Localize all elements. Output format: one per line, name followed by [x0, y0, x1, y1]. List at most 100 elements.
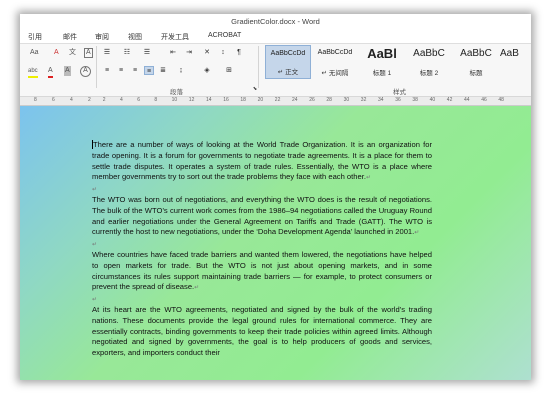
paragraph-mark-icon: ↵	[194, 285, 200, 292]
justify-icon[interactable]: ≡	[144, 66, 154, 75]
line-spacing-icon[interactable]: ↨	[176, 66, 186, 75]
ruler-tick: 40	[429, 97, 436, 103]
increase-indent-icon[interactable]: ⇥	[184, 48, 194, 57]
divider	[96, 46, 97, 88]
sort-icon[interactable]: ↕	[218, 48, 228, 57]
ruler-tick: 32	[360, 97, 367, 103]
styles-group-label: 样式	[393, 89, 406, 96]
ruler-tick: 42	[446, 97, 453, 103]
style-preview: AaBbC	[460, 48, 492, 59]
document-body[interactable]: There are a number of ways of looking at…	[92, 140, 432, 359]
empty-paragraph: ↵	[92, 239, 432, 250]
style-preview: AaBbCcDd	[270, 50, 306, 57]
ruler-tick: 48	[498, 97, 504, 103]
tab-mailings[interactable]: 邮件	[63, 32, 77, 42]
tab-review[interactable]: 审阅	[95, 32, 109, 42]
ruler-tick: 6	[137, 97, 140, 103]
ruler-tick: 10	[171, 97, 178, 103]
distributed-icon[interactable]: ≣	[158, 66, 168, 75]
ruler-tick: 12	[188, 97, 195, 103]
empty-paragraph: ↵	[92, 184, 432, 195]
window-title: GradientColor.docx - Word	[231, 17, 320, 26]
clear-format-icon[interactable]: A	[54, 48, 59, 58]
paragraph-mark-icon: ↵	[365, 175, 371, 182]
highlight-icon[interactable]: abc	[28, 66, 38, 78]
paragraph[interactable]: At its heart are the WTO agreements, neg…	[92, 305, 432, 359]
ruler-tick: 2	[88, 97, 91, 103]
char-border-icon[interactable]: A	[84, 48, 93, 58]
ruler-tick: 8	[154, 97, 158, 103]
style-preview: AaBbCcDd	[317, 49, 353, 56]
font-color-icon[interactable]: A	[48, 66, 53, 78]
shading-icon[interactable]: ◈	[202, 66, 212, 75]
style-preview: AaB	[500, 48, 519, 59]
title-bar: GradientColor.docx - Word	[20, 14, 531, 30]
horizontal-ruler[interactable]: 8 6 4 2 2 4 6 8 10 12 14 16 18 20 22 24 26 28 30 32 34 36 38 40…	[20, 97, 531, 106]
phonetic-guide-icon[interactable]: 文	[69, 48, 76, 58]
style-no-spacing[interactable]: AaBbCcDd ↵ 无间隔	[312, 45, 358, 79]
tab-acrobat[interactable]: ACROBAT	[208, 32, 241, 39]
paragraph-mark-icon: ↵	[92, 242, 98, 249]
paragraph-mark-icon: ↵	[414, 230, 420, 237]
ruler-tick: 46	[481, 97, 487, 103]
empty-paragraph: ↵	[92, 294, 432, 305]
tab-view[interactable]: 视图	[128, 32, 142, 42]
style-name: 标题 1	[372, 70, 392, 77]
show-marks-icon[interactable]: ¶	[234, 48, 244, 57]
bullets-icon[interactable]: ☰	[102, 48, 112, 57]
style-normal[interactable]: AaBbCcDd ↵ 正文	[265, 45, 311, 79]
paragraph[interactable]: Where countries have faced trade barrier…	[92, 250, 432, 294]
multilevel-list-icon[interactable]: ☰	[142, 48, 152, 57]
align-center-icon[interactable]: ≡	[116, 66, 126, 75]
align-left-icon[interactable]: ≡	[102, 66, 112, 75]
change-case-button[interactable]: Aa	[30, 48, 39, 58]
ruler-tick: 38	[412, 97, 418, 103]
ruler-tick: 22	[274, 97, 281, 103]
ruler-tick: 8	[34, 97, 37, 103]
ruler-tick: 24	[292, 97, 298, 103]
document-page[interactable]: There are a number of ways of looking at…	[20, 106, 531, 380]
style-title[interactable]: AaBbC 标题	[453, 45, 499, 79]
ruler-tick: 20	[257, 97, 264, 103]
word-window: GradientColor.docx - Word 引用 邮件 审阅 视图 开发…	[20, 14, 531, 380]
style-preview: AaBbC	[413, 48, 445, 59]
align-right-icon[interactable]: ≡	[130, 66, 140, 75]
ruler-tick: 16	[223, 97, 229, 103]
enclose-char-icon[interactable]: A	[80, 66, 91, 77]
style-heading-2[interactable]: AaBbC 标题 2	[406, 45, 452, 79]
ruler-tick: 28	[326, 97, 332, 103]
borders-icon[interactable]: ⊞	[224, 66, 234, 75]
numbering-icon[interactable]: ☷	[122, 48, 132, 57]
divider	[258, 46, 259, 88]
tab-developer[interactable]: 开发工具	[161, 32, 189, 42]
ruler-tick: 4	[120, 97, 123, 103]
paragraph[interactable]: The WTO was born out of negotiations, an…	[92, 195, 432, 239]
paragraph-mark-icon: ↵	[92, 187, 98, 194]
style-name: ↵ 无间隔	[321, 70, 349, 77]
style-name: 标题	[469, 70, 483, 77]
ruler-tick: 30	[343, 97, 350, 103]
paragraph-mark-icon: ↵	[92, 297, 98, 304]
paragraph-group-label: 段落	[170, 89, 183, 96]
ruler-tick: 6	[52, 97, 55, 103]
style-preview: AaBl	[367, 46, 397, 61]
char-shading-icon[interactable]: A	[64, 66, 71, 76]
ruler-tick: 18	[240, 97, 246, 103]
style-name: ↵ 正文	[277, 69, 299, 76]
ruler-tick: 14	[206, 97, 212, 103]
style-heading-1[interactable]: AaBl 标题 1	[359, 45, 405, 79]
chinese-layout-icon[interactable]: ✕	[202, 48, 212, 57]
ribbon: Aa A 文 A abc A A A ☰ ☷ ☰ ⇤ ⇥ ✕ ↕ ¶ ≡ ≡ ≡…	[20, 44, 531, 97]
decrease-indent-icon[interactable]: ⇤	[168, 48, 178, 57]
ruler-tick: 2	[102, 97, 106, 103]
ruler-tick: 26	[309, 97, 315, 103]
ruler-tick: 36	[395, 97, 401, 103]
ruler-tick: 4	[70, 97, 73, 103]
ribbon-tabs: 引用 邮件 审阅 视图 开发工具 ACROBAT	[20, 30, 531, 44]
ruler-tick: 34	[378, 97, 384, 103]
ruler-tick: 44	[464, 97, 470, 103]
style-subtitle[interactable]: AaB	[500, 45, 531, 79]
tab-references[interactable]: 引用	[28, 32, 42, 42]
paragraph[interactable]: There are a number of ways of looking at…	[92, 140, 432, 184]
style-name: 标题 2	[419, 70, 439, 77]
